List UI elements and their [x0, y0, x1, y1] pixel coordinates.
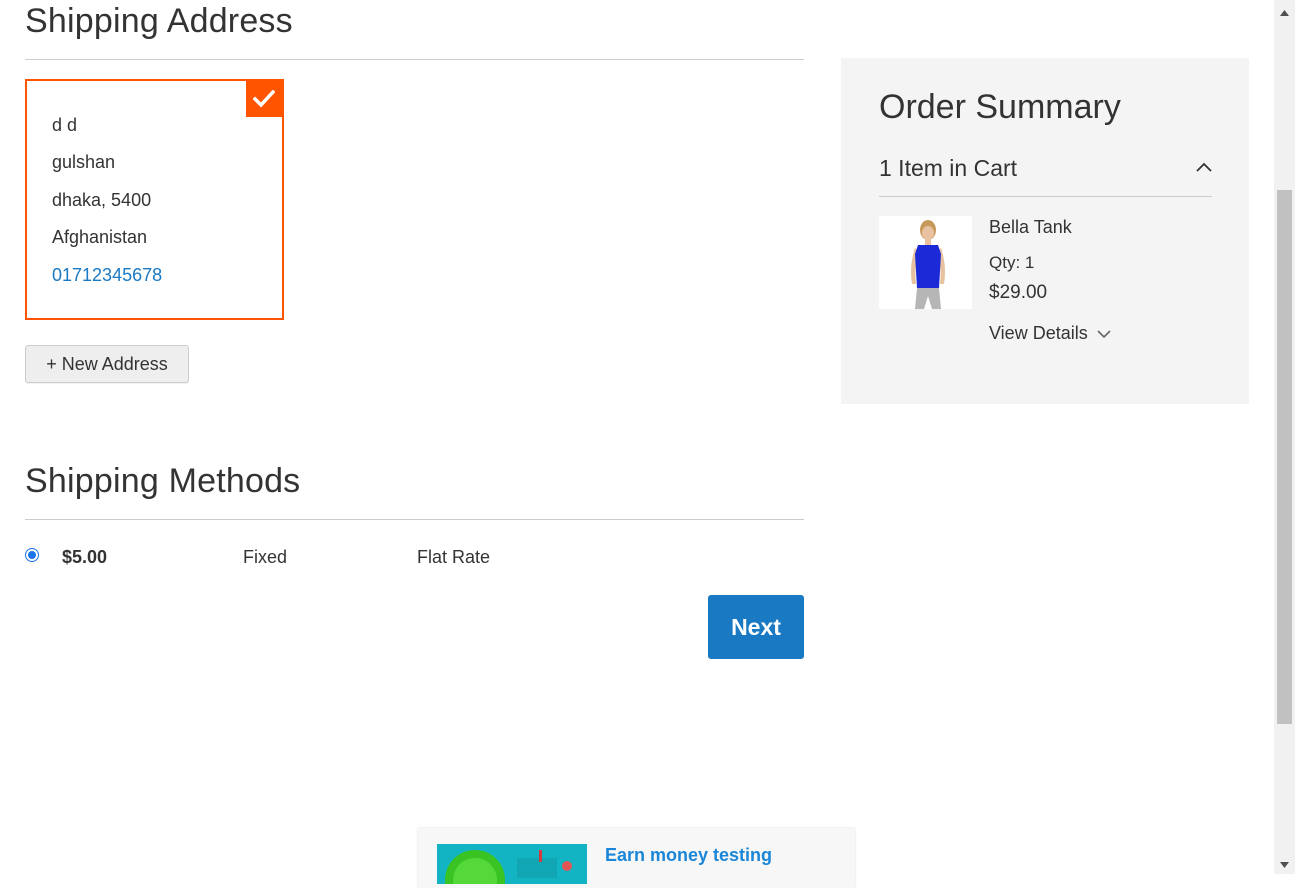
ad-headline[interactable]: Earn money testing	[605, 845, 772, 866]
shipping-address-title: Shipping Address	[25, 2, 293, 40]
divider	[25, 519, 804, 520]
product-image[interactable]	[879, 216, 972, 309]
shipping-carrier-name: Flat Rate	[417, 547, 491, 567]
product-price: $29.00	[989, 282, 1048, 303]
address-city-zip: dhaka, 5400	[52, 190, 152, 210]
chevron-up-icon[interactable]	[1194, 160, 1214, 172]
shipping-method-radio[interactable]	[25, 548, 39, 562]
address-card[interactable]: d d gulshan dhaka, 5400 Afghanistan 0171…	[25, 79, 284, 320]
divider	[25, 59, 804, 60]
shipping-method-name: Fixed	[243, 547, 288, 567]
address-phone-link[interactable]: 01712345678	[52, 265, 162, 286]
shipping-method-price: $5.00	[62, 547, 108, 567]
checkmark-icon	[246, 81, 282, 117]
product-name: Bella Tank	[989, 217, 1072, 237]
new-address-button[interactable]: + New Address	[25, 345, 189, 383]
address-street: gulshan	[52, 152, 116, 172]
address-name: d d	[52, 115, 78, 135]
ad-image[interactable]	[437, 844, 587, 884]
divider	[879, 196, 1212, 197]
cart-count-toggle[interactable]: 1 Item in Cart	[879, 155, 1017, 182]
scrollbar-thumb[interactable]	[1277, 190, 1292, 724]
view-details-toggle[interactable]: View Details	[989, 323, 1112, 344]
view-details-label: View Details	[989, 323, 1088, 343]
order-summary-panel: Order Summary 1 Item in Cart Bella Tank …	[841, 58, 1249, 404]
scroll-down-arrow-icon[interactable]	[1277, 857, 1292, 868]
address-country: Afghanistan	[52, 227, 148, 247]
scroll-up-arrow-icon[interactable]	[1277, 5, 1292, 16]
ad-banner[interactable]: Earn money testing	[418, 828, 855, 888]
shipping-methods-title: Shipping Methods	[25, 462, 301, 500]
chevron-down-icon	[1096, 323, 1112, 344]
next-button[interactable]: Next	[708, 595, 804, 659]
product-qty: Qty: 1	[989, 253, 1035, 272]
order-summary-title: Order Summary	[879, 88, 1121, 126]
